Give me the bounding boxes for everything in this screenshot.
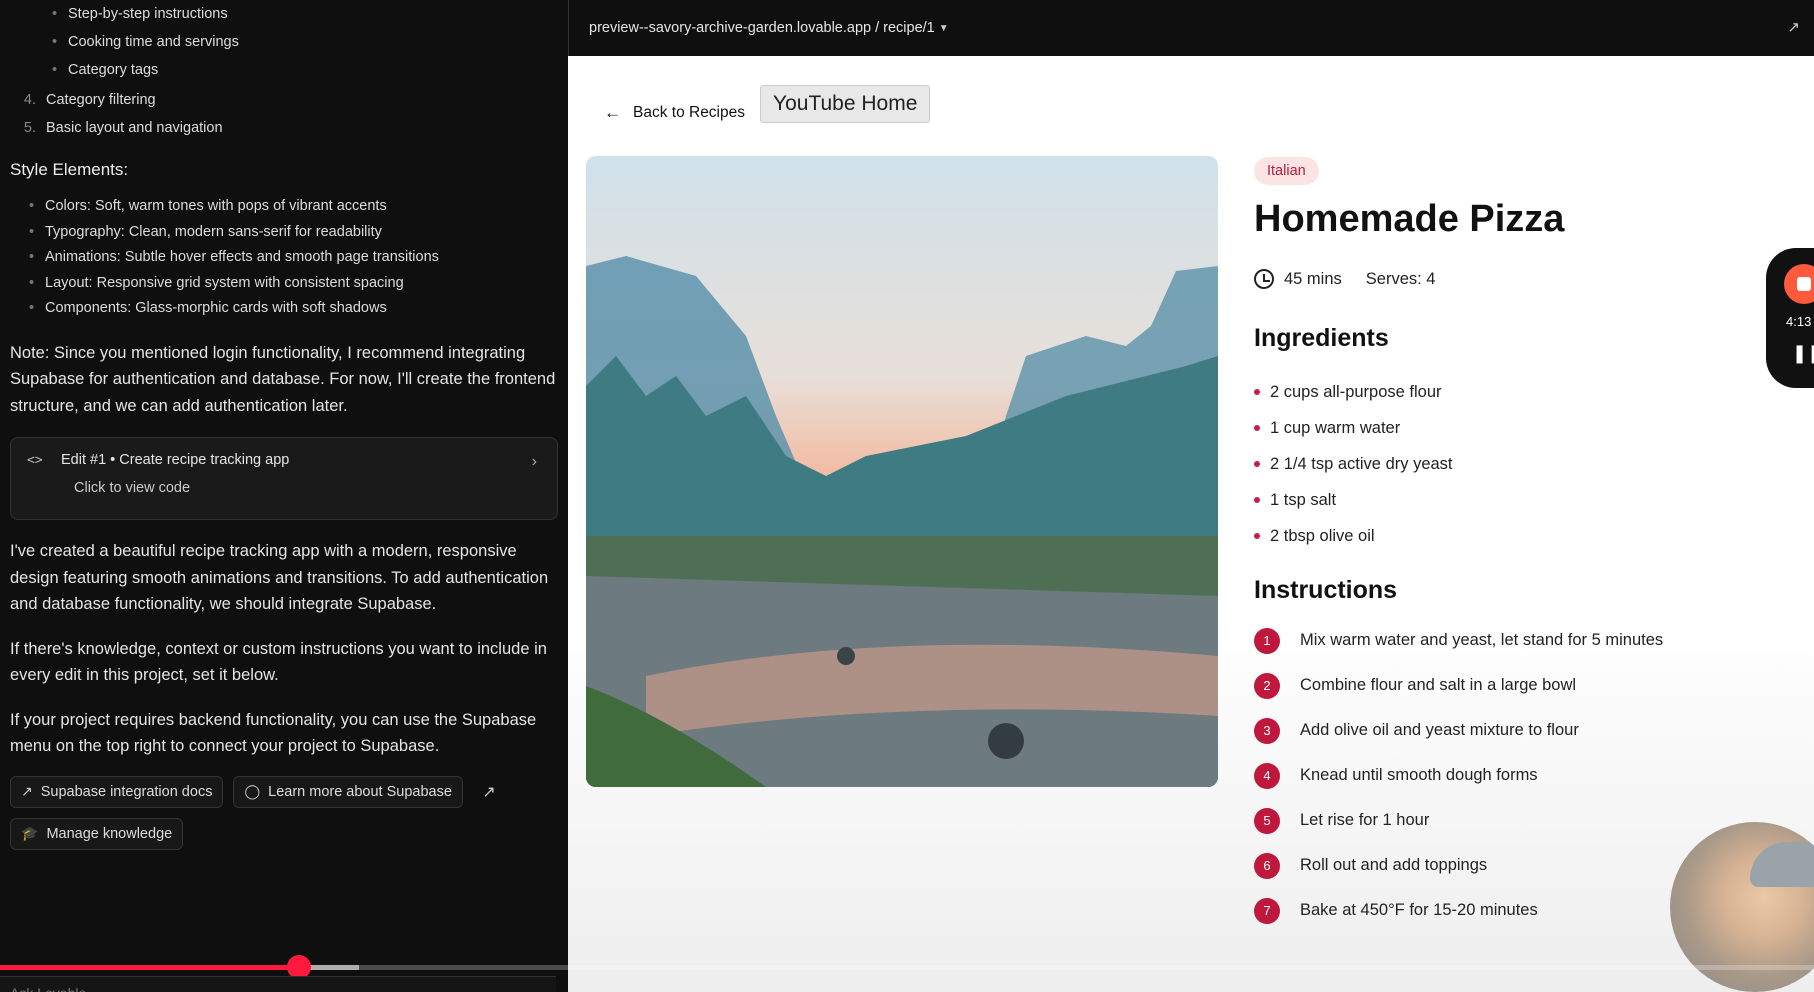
step-number: 7 bbox=[1254, 897, 1280, 924]
list-item: Cooking time and servings bbox=[52, 28, 558, 56]
list-item: 2 Combine flour and salt in a large bowl bbox=[1254, 663, 1663, 708]
action-chips: ↗ Supabase integration docs ◯ Learn more… bbox=[10, 775, 558, 850]
instructions-list: 1 Mix warm water and yeast, let stand for… bbox=[1254, 618, 1663, 933]
screen: Step-by-step instructions Cooking time a… bbox=[0, 0, 1814, 992]
tooltip: YouTube Home bbox=[760, 85, 931, 123]
style-list: Colors: Soft, warm tones with pops of vi… bbox=[10, 194, 558, 322]
list-item: Animations: Subtle hover effects and smo… bbox=[29, 245, 558, 271]
list-item: 4 Knead until smooth dough forms bbox=[1254, 753, 1663, 798]
manage-knowledge-button[interactable]: 🎓 Manage knowledge bbox=[10, 817, 184, 850]
backend-paragraph: If your project requires backend functio… bbox=[10, 710, 537, 756]
list-item: Components: Glass-morphic cards with sof… bbox=[29, 296, 558, 322]
external-link-icon: ↗ bbox=[21, 783, 33, 799]
list-item: 2 tbsp olive oil bbox=[1254, 518, 1453, 554]
clock-icon bbox=[1254, 269, 1274, 289]
recipe-image bbox=[586, 156, 1218, 787]
chevron-down-icon[interactable]: ▼ bbox=[939, 23, 949, 34]
step-number: 2 bbox=[1254, 672, 1280, 699]
preview-url-bar[interactable]: preview--savory-archive-garden.lovable.a… bbox=[568, 0, 1814, 56]
chevron-right-icon: › bbox=[531, 453, 537, 470]
servings: Serves: 4 bbox=[1365, 269, 1436, 288]
sub-bullet-list: Step-by-step instructions Cooking time a… bbox=[10, 0, 558, 84]
arrow-left-icon: ← bbox=[604, 103, 621, 122]
knowledge-paragraph: If there's knowledge, context or custom … bbox=[10, 639, 547, 685]
list-item: 2 1/4 tsp active dry yeast bbox=[1254, 446, 1453, 482]
list-item: 4. Category filtering bbox=[23, 92, 156, 108]
preview-panel: preview--savory-archive-garden.lovable.a… bbox=[568, 0, 1814, 992]
list-item: 1 Mix warm water and yeast, let stand for… bbox=[1254, 618, 1663, 663]
ingredients-list: 2 cups all-purpose flour 1 cup warm wate… bbox=[1254, 374, 1453, 554]
pause-icon[interactable]: ❚❚ bbox=[1792, 343, 1814, 364]
recipe-page: ← Back to Recipes YouTube Home Italian H… bbox=[568, 56, 1814, 992]
landscape-illustration bbox=[586, 256, 1218, 787]
list-item: Category tags bbox=[52, 56, 558, 84]
edit-card[interactable]: <> Edit #1 • Create recipe tracking app … bbox=[10, 437, 558, 520]
chat-input[interactable]: Ask Lovable... bbox=[0, 976, 556, 992]
ingredients-heading: Ingredients bbox=[1254, 324, 1389, 352]
edit-card-title: Edit #1 • Create recipe tracking app bbox=[61, 452, 290, 468]
chat-panel: Step-by-step instructions Cooking time a… bbox=[0, 0, 568, 992]
external-link-icon[interactable]: ↗ bbox=[473, 776, 505, 808]
step-number: 3 bbox=[1254, 717, 1280, 744]
list-item: 6 Roll out and add toppings bbox=[1254, 843, 1663, 888]
recipe-title: Homemade Pizza bbox=[1254, 198, 1565, 240]
chat-bubble-icon: ◯ bbox=[244, 783, 261, 799]
step-number: 4 bbox=[1254, 762, 1280, 789]
step-number: 6 bbox=[1254, 852, 1280, 879]
numbered-list: 4. Category filtering 5. Basic layout and … bbox=[10, 86, 558, 142]
instructions-heading: Instructions bbox=[1254, 576, 1398, 604]
note-paragraph: Note: Since you mentioned login function… bbox=[10, 343, 556, 415]
open-in-new-icon[interactable]: ↗ bbox=[1787, 18, 1800, 36]
edit-card-subtitle: Click to view code bbox=[74, 480, 191, 496]
back-to-recipes-link[interactable]: ← Back to Recipes bbox=[604, 103, 745, 123]
cap-shape bbox=[1750, 842, 1814, 887]
list-item: 1 tsp salt bbox=[1254, 482, 1453, 518]
graduation-cap-icon: 🎓 bbox=[21, 825, 39, 841]
stop-recording-button[interactable] bbox=[1784, 264, 1814, 304]
style-heading: Style Elements: bbox=[10, 160, 129, 179]
recipe-meta: 45 mins Serves: 4 bbox=[1254, 269, 1435, 289]
supabase-docs-button[interactable]: ↗ Supabase integration docs bbox=[10, 775, 224, 808]
progress-played bbox=[0, 965, 299, 970]
cook-time: 45 mins bbox=[1284, 269, 1342, 288]
summary-paragraph: I've created a beautiful recipe tracking… bbox=[10, 542, 549, 613]
code-icon: <> bbox=[27, 452, 43, 468]
recording-time: 4:13 bbox=[1786, 314, 1812, 329]
list-item: 7 Bake at 450°F for 15-20 minutes bbox=[1254, 888, 1663, 933]
step-number: 1 bbox=[1254, 627, 1280, 654]
step-number: 5 bbox=[1254, 807, 1280, 834]
edit-card-header: <> Edit #1 • Create recipe tracking app bbox=[27, 452, 541, 468]
list-item: 1 cup warm water bbox=[1254, 410, 1453, 446]
list-item: Step-by-step instructions bbox=[52, 0, 558, 28]
list-item: Typography: Clean, modern sans-serif for… bbox=[29, 220, 558, 246]
list-item: 5 Let rise for 1 hour bbox=[1254, 798, 1663, 843]
preview-url: preview--savory-archive-garden.lovable.a… bbox=[589, 20, 935, 36]
list-item: 3 Add olive oil and yeast mixture to flou… bbox=[1254, 708, 1663, 753]
list-item: 2 cups all-purpose flour bbox=[1254, 374, 1453, 410]
list-item: Layout: Responsive grid system with cons… bbox=[29, 271, 558, 297]
category-tag: Italian bbox=[1254, 157, 1319, 185]
video-progress-bar[interactable] bbox=[0, 955, 1814, 979]
list-item: 5. Basic layout and navigation bbox=[23, 120, 223, 136]
screen-recorder-widget: 4:13 ❚❚ bbox=[1766, 248, 1814, 388]
learn-supabase-button[interactable]: ◯ Learn more about Supabase bbox=[233, 775, 463, 808]
list-item: Colors: Soft, warm tones with pops of vi… bbox=[29, 194, 558, 220]
